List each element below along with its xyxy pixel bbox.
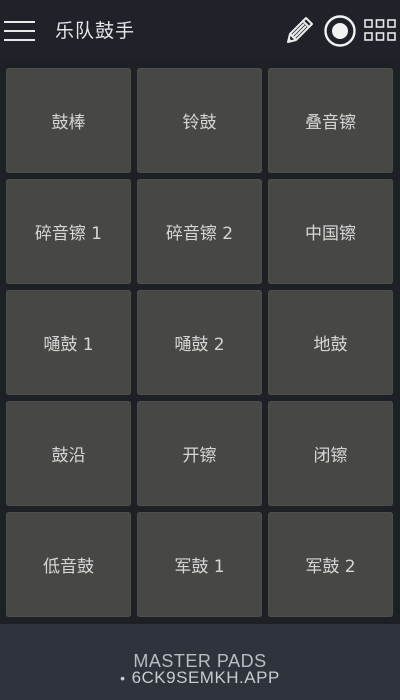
grid-icon[interactable] — [364, 18, 396, 44]
footer-bar: MASTER PADS • 6CK9SEMKH.APP — [0, 624, 400, 700]
app-window: 乐队鼓手 鼓棒 铃鼓 叠音镲 碎音镲 1 碎音镲 2 中国镲 嗵鼓 1 嗵鼓 2… — [0, 0, 400, 700]
pad-tambourine[interactable]: 铃鼓 — [137, 68, 262, 173]
watermark-dot: • — [120, 670, 126, 686]
pencil-icon[interactable] — [284, 14, 316, 46]
top-bar: 乐队鼓手 — [0, 0, 400, 62]
pad-floor-tom[interactable]: 地鼓 — [268, 290, 393, 395]
pad-drumsticks[interactable]: 鼓棒 — [6, 68, 131, 173]
pad-crash-cymbal-2[interactable]: 碎音镲 2 — [137, 179, 262, 284]
pad-tom-2[interactable]: 嗵鼓 2 — [137, 290, 262, 395]
drum-pad-grid: 鼓棒 铃鼓 叠音镲 碎音镲 1 碎音镲 2 中国镲 嗵鼓 1 嗵鼓 2 地鼓 鼓… — [0, 62, 400, 624]
pad-closed-hihat[interactable]: 闭镲 — [268, 401, 393, 506]
pad-snare-1[interactable]: 军鼓 1 — [137, 512, 262, 617]
pad-china-cymbal[interactable]: 中国镲 — [268, 179, 393, 284]
pad-splash-cymbal[interactable]: 叠音镲 — [268, 68, 393, 173]
pad-tom-1[interactable]: 嗵鼓 1 — [6, 290, 131, 395]
watermark-text: 6CK9SEMKH.APP — [131, 668, 280, 687]
watermark: • 6CK9SEMKH.APP — [0, 668, 400, 688]
hamburger-menu-icon[interactable] — [4, 19, 36, 43]
pad-crash-cymbal-1[interactable]: 碎音镲 1 — [6, 179, 131, 284]
pad-bass-drum[interactable]: 低音鼓 — [6, 512, 131, 617]
app-title: 乐队鼓手 — [55, 20, 136, 42]
pad-ride-edge[interactable]: 鼓沿 — [6, 401, 131, 506]
record-icon[interactable] — [323, 14, 357, 48]
pad-open-hihat[interactable]: 开镲 — [137, 401, 262, 506]
pad-snare-2[interactable]: 军鼓 2 — [268, 512, 393, 617]
